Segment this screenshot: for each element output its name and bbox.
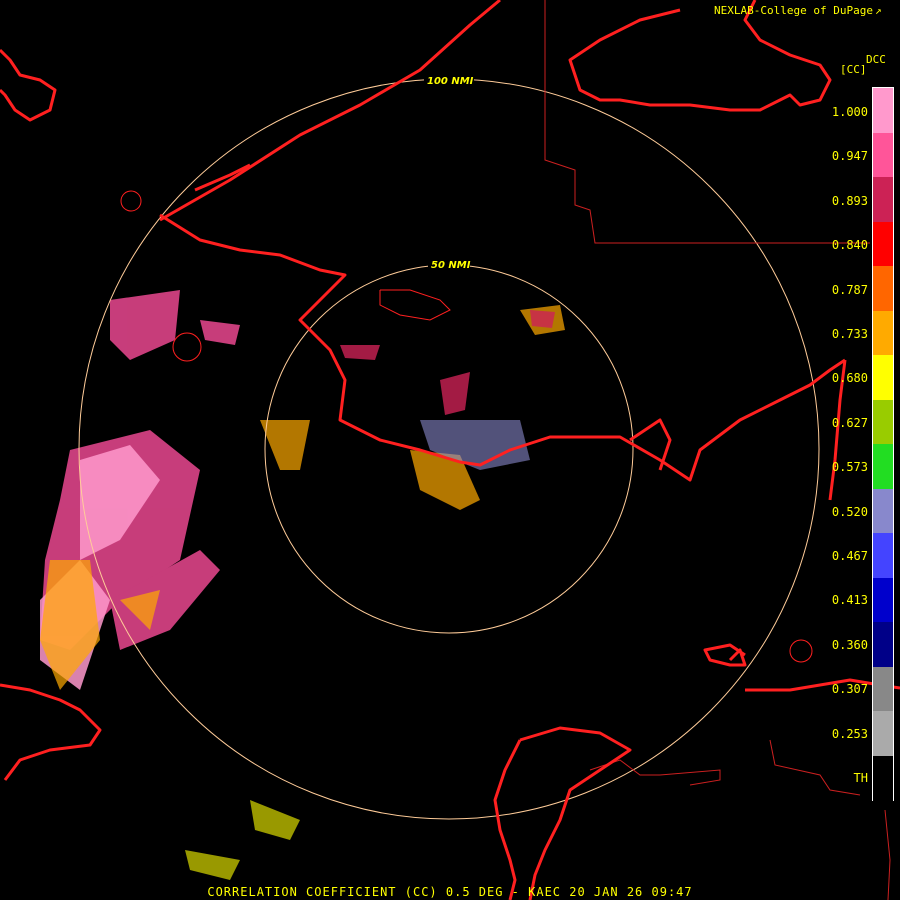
colorbar-segment	[873, 310, 893, 356]
colorbar-tick-label: 0.413	[831, 593, 868, 608]
colorbar-tick-label: 0.947	[831, 149, 868, 164]
colorbar-tick-label: 0.840	[831, 238, 868, 253]
colorbar-tick-label: 0.680	[831, 371, 868, 386]
colorbar	[872, 87, 894, 801]
colorbar-tick-label: 0.573	[831, 460, 868, 475]
range-ring-100-label: 100 NMI	[427, 76, 474, 87]
external-link-icon[interactable]: ↗	[875, 4, 882, 17]
colorbar-segment	[873, 355, 893, 401]
colorbar-tick-label: TH	[853, 771, 868, 785]
colorbar-segment	[873, 221, 893, 267]
colorbar-tick-label: 1.000	[831, 105, 868, 119]
colorbar-segment	[873, 533, 893, 579]
colorbar-tick-label: 0.360	[831, 637, 868, 652]
colorbar-segment	[873, 444, 893, 490]
colorbar-tick-label: 0.733	[831, 327, 868, 341]
colorbar-tick-label: 0.307	[831, 682, 868, 697]
colorbar-tick-label: 0.520	[831, 504, 868, 519]
range-ring-50-label: 50 NMI	[431, 260, 471, 271]
colorbar-tick-label: 0.627	[831, 415, 868, 430]
colorbar-segment	[873, 266, 893, 312]
colorbar-segment	[873, 132, 893, 178]
product-title: CORRELATION COEFFICIENT (CC) 0.5 DEG - K…	[207, 885, 693, 899]
colorbar-tick-label: 0.893	[831, 193, 868, 208]
colorbar-tick-label: 0.787	[831, 282, 868, 297]
colorbar-unit: [CC]	[840, 63, 867, 76]
colorbar-segment	[873, 755, 893, 801]
colorbar-tick-label: 0.253	[831, 726, 868, 741]
colorbar-segment	[873, 88, 893, 134]
radar-map: 100 NMI 50 NMI	[0, 0, 900, 900]
colorbar-segment	[873, 622, 893, 668]
colorbar-segment	[873, 488, 893, 534]
colorbar-segment	[873, 711, 893, 757]
colorbar-segment	[873, 177, 893, 223]
colorbar-segment	[873, 577, 893, 623]
colorbar-tick-label: 0.467	[831, 549, 868, 563]
credit-label: NEXLAB-College of DuPage ↗	[714, 4, 882, 17]
colorbar-product-code: DCC	[866, 53, 886, 66]
colorbar-segment	[873, 399, 893, 445]
credit-text: NEXLAB-College of DuPage	[714, 4, 873, 17]
colorbar-segment	[873, 666, 893, 712]
